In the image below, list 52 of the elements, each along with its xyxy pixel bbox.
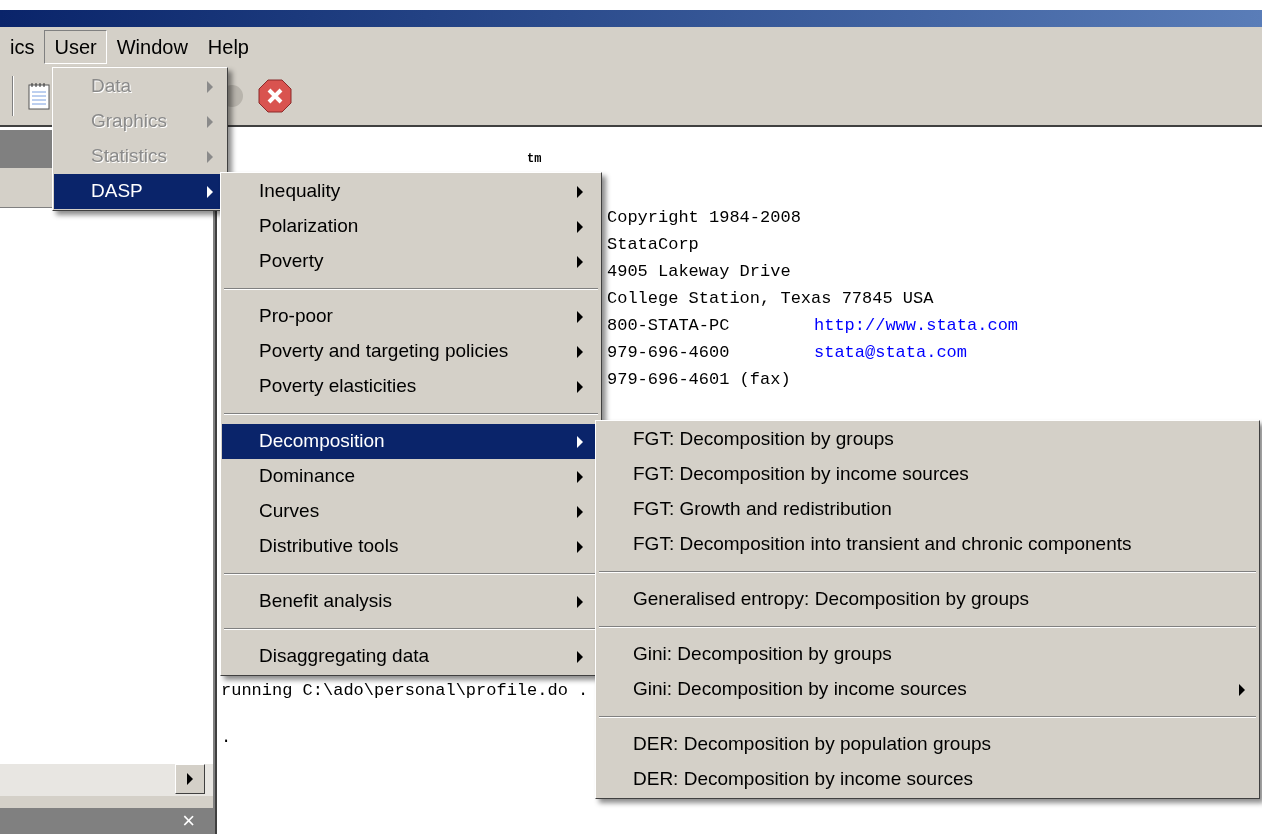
menu-item[interactable]: Poverty elasticities (222, 369, 600, 404)
command-prompt: . (221, 727, 232, 749)
menu-item[interactable]: Poverty and targeting policies (222, 334, 600, 369)
menu-bar-item[interactable]: Help (197, 30, 259, 64)
submenu-arrow-icon (206, 114, 214, 129)
menu-item[interactable]: Gini: Decomposition by income sources (597, 672, 1258, 707)
results-text: 4905 Lakeway Drive (607, 261, 792, 283)
submenu-arrow-icon (576, 539, 584, 554)
menu-item[interactable]: Poverty (222, 244, 600, 279)
submenu-arrow-icon (576, 344, 584, 359)
menu-bar-item[interactable]: Window (106, 30, 198, 64)
submenu-arrow-icon (576, 594, 584, 609)
submenu-arrow-icon (206, 149, 214, 164)
stop-icon[interactable] (258, 79, 292, 113)
scroll-right-button[interactable] (175, 764, 205, 794)
menu-item[interactable]: FGT: Decomposition by groups (597, 422, 1258, 457)
submenu-arrow-icon (576, 504, 584, 519)
submenu-arrow-icon (576, 184, 584, 199)
menu-item[interactable]: DER: Decomposition by population groups (597, 727, 1258, 762)
results-text: 979-696-4600 (607, 342, 731, 364)
results-link[interactable]: http://www.stata.com (814, 312, 1019, 339)
results-text: 800-STATA-PC (607, 315, 731, 337)
submenu-arrow-icon (576, 254, 584, 269)
close-button[interactable]: × (182, 810, 195, 832)
submenu-arrow-icon (576, 469, 584, 484)
submenu-arrow-icon (576, 219, 584, 234)
menu-item[interactable]: FGT: Decomposition by income sources (597, 457, 1258, 492)
submenu-arrow-icon (576, 434, 584, 449)
results-text: Copyright 1984-2008 (607, 207, 802, 229)
menu-item[interactable]: FGT: Decomposition into transient and chronic components (597, 527, 1258, 562)
submenu-arrow-icon (576, 309, 584, 324)
trademark-text: tm (527, 152, 542, 166)
submenu-arrow-icon (206, 79, 214, 94)
menu-item[interactable]: Gini: Decomposition by groups (597, 637, 1258, 672)
right-arrow-icon (186, 772, 194, 786)
submenu-arrow-icon (1238, 682, 1246, 697)
submenu-arrow-icon (576, 379, 584, 394)
results-text: running C:\ado\personal\profile.do . (221, 680, 589, 702)
menu-bar-item[interactable]: ics (0, 30, 45, 64)
submenu-arrow-icon (576, 649, 584, 664)
menu-item[interactable]: Polarization (222, 209, 600, 244)
results-link[interactable]: stata@stata.com (814, 339, 1019, 366)
menu-item[interactable]: Generalised entropy: Decomposition by groups (597, 582, 1258, 617)
submenu-arrow-icon (206, 184, 214, 199)
menu-item[interactable]: FGT: Growth and redistribution (597, 492, 1258, 527)
menu-item[interactable]: Pro-poor (222, 299, 600, 334)
results-text: StataCorp (607, 234, 700, 256)
results-text: 979-696-4601 (fax) (607, 369, 792, 391)
menu-bar-item[interactable]: User (44, 30, 107, 64)
notepad-icon[interactable] (28, 82, 50, 110)
results-text: College Station, Texas 77845 USA (607, 288, 935, 310)
menu-item[interactable]: DER: Decomposition by income sources (597, 762, 1258, 797)
